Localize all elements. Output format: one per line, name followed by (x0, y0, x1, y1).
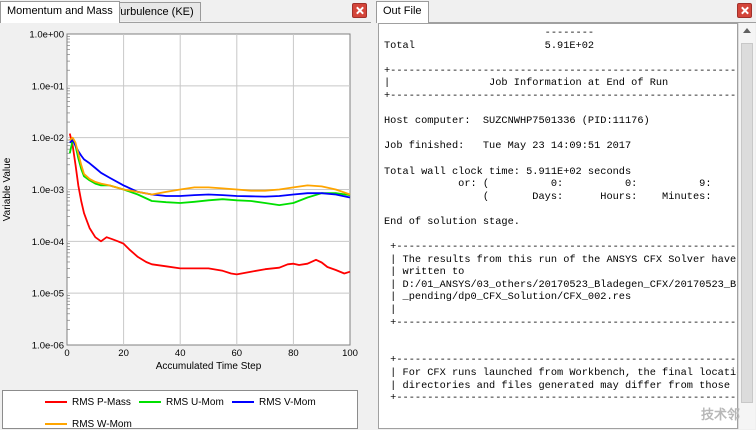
legend-item-rms-u-mom: RMS U-Mom (139, 397, 224, 408)
y-tick-label: 1.0e-02 (32, 133, 64, 144)
y-axis-label: Variable Value (2, 157, 13, 221)
legend-item-rms-w-mom: RMS W-Mom (45, 419, 132, 430)
vertical-scrollbar[interactable] (738, 23, 755, 429)
tab-momentum-and-mass[interactable]: Momentum and Mass (0, 1, 120, 23)
legend-item-rms-p-mass: RMS P-Mass (45, 397, 131, 408)
y-tick-label: 1.0e-06 (32, 341, 64, 352)
x-tick-label: 0 (64, 348, 69, 359)
scrollbar-thumb[interactable] (741, 43, 753, 403)
y-tick-label: 1.0e-03 (32, 185, 64, 196)
x-axis-label: Accumulated Time Step (156, 361, 262, 372)
close-out-file-button[interactable] (737, 3, 752, 18)
x-tick-label: 60 (232, 348, 243, 359)
tab-turbulence-ke[interactable]: Turbulence (KE) (107, 2, 201, 21)
residual-chart: 0 20 40 60 80 100 1.0e-06 1.0e-05 1.0e-04 1.0e-03… (2, 30, 358, 373)
legend-swatch (45, 423, 67, 426)
monitor-tabbar: Momentum and Mass Turbulence (KE) (0, 0, 371, 23)
x-tick-label: 20 (118, 348, 129, 359)
tab-out-file[interactable]: Out File (376, 1, 429, 23)
legend-swatch (232, 401, 254, 404)
residual-plot: 0 20 40 60 80 100 1.0e-06 1.0e-05 1.0e-04 1.0e-03… (0, 23, 371, 388)
y-tick-label: 1.0e-01 (32, 81, 64, 92)
x-tick-label: 40 (175, 348, 186, 359)
out-file-content: -------- Total 5.91E+02 +---------------… (384, 27, 737, 405)
legend-swatch (139, 401, 161, 404)
close-monitor-button[interactable] (352, 3, 367, 18)
x-tick-label: 100 (342, 348, 358, 359)
monitor-panel: Momentum and Mass Turbulence (KE) 0 20 40 6… (0, 0, 371, 430)
y-tick-label: 1.0e-04 (32, 237, 64, 248)
legend-swatch (45, 401, 67, 404)
watermark-logo: 技术邻 (700, 407, 740, 422)
chart-legend: RMS P-Mass RMS U-Mom RMS V-Mom RMS W-Mom (2, 390, 358, 430)
out-file-tabbar: Out File (376, 0, 756, 23)
y-tick-label: 1.0e-05 (32, 289, 64, 300)
legend-label: RMS P-Mass (72, 397, 131, 408)
x-tick-label: 80 (288, 348, 299, 359)
legend-label: RMS U-Mom (166, 397, 224, 408)
legend-label: RMS W-Mom (72, 419, 132, 430)
out-file-panel: Out File -------- Total 5.91E+02 +------… (376, 0, 756, 429)
out-file-text-area[interactable]: -------- Total 5.91E+02 +---------------… (378, 23, 738, 429)
y-tick-label: 1.0e+00 (29, 30, 64, 41)
legend-label: RMS V-Mom (259, 397, 316, 408)
scroll-up-arrow-icon[interactable] (739, 23, 755, 39)
legend-item-rms-v-mom: RMS V-Mom (232, 397, 316, 408)
